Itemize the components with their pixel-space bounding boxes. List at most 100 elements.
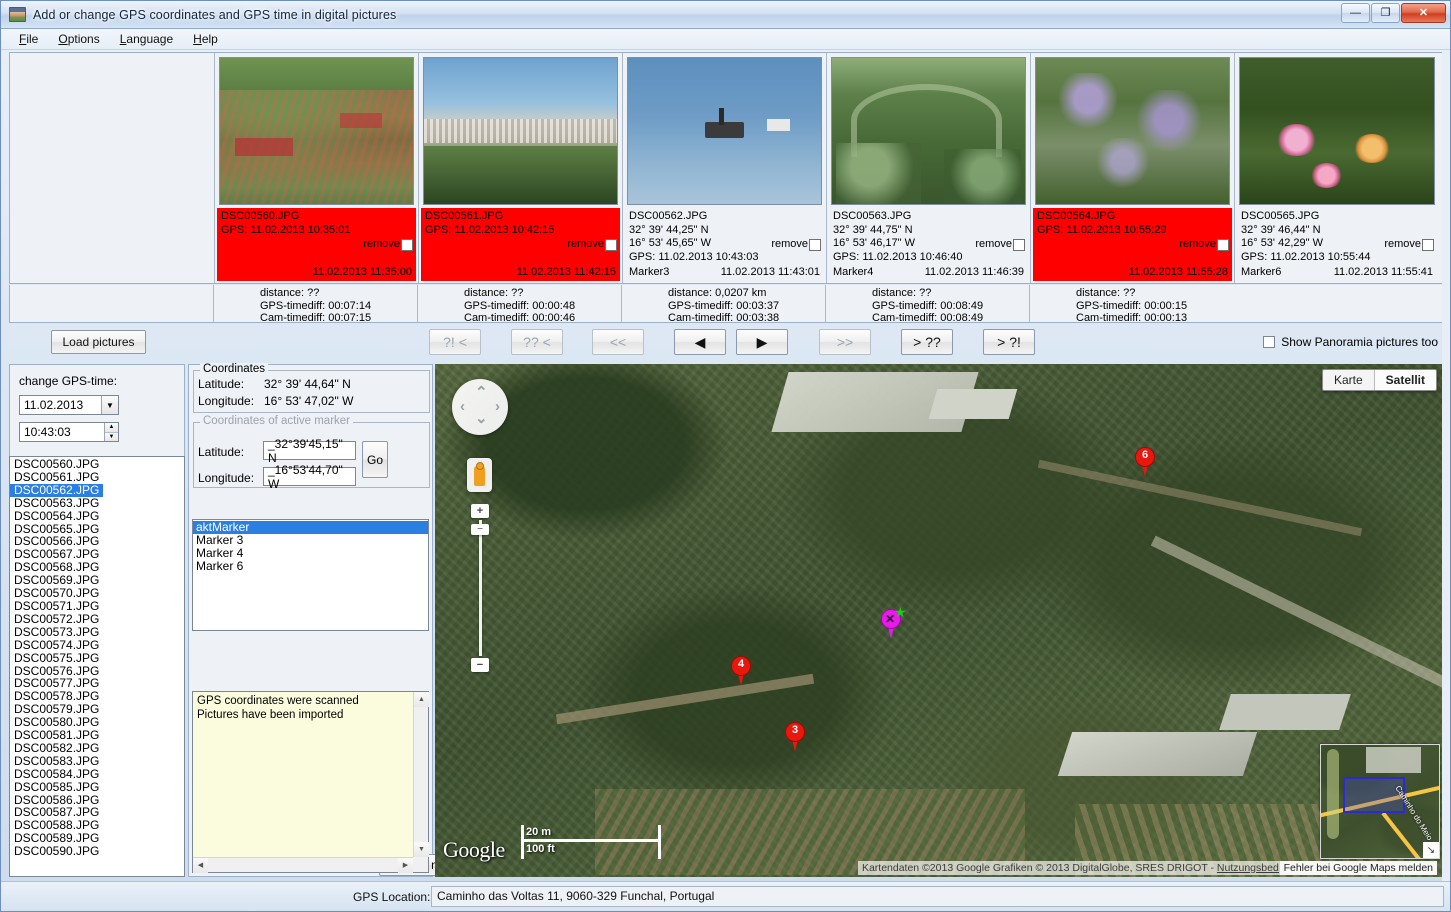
minimap-collapse-icon[interactable]: ↘ [1423,842,1439,858]
thumbnail-cell[interactable]: DSC00562.JPG 32° 39' 44,25" N 16° 53' 45… [623,53,827,283]
thumbnail-image[interactable] [423,57,618,205]
show-panoramio-control[interactable]: Show Panoramia pictures too [1263,335,1438,349]
log-vertical-scrollbar[interactable]: ▲ ▼ [413,692,429,857]
thumbnail-remove-control[interactable]: remove [1384,238,1434,252]
file-list-item[interactable]: DSC00571.JPG [10,600,184,613]
minimap-viewport-rectangle[interactable] [1343,777,1405,813]
map-marker-3[interactable]: 3 [785,722,805,752]
remove-checkbox[interactable] [1217,238,1229,251]
remove-checkbox[interactable] [605,238,617,251]
zoom-slider-track[interactable] [479,520,482,656]
thumbnail-cell[interactable]: DSC00560.JPG GPS: 11.02.2013 10:35:01 re… [215,53,419,283]
picture-file-list[interactable]: DSC00560.JPG DSC00561.JPG DSC00562.JPG DSC0… [9,456,185,877]
gps-date-combobox[interactable]: 11.02.2013 ▼ [19,395,119,415]
pan-control[interactable]: ⌃ ‹ › ⌄ [452,379,508,435]
log-horizontal-scrollbar[interactable]: ◀ ▶ [193,857,413,873]
map-type-satellite-button[interactable]: Satellit [1374,370,1436,390]
pan-down-icon[interactable]: ⌄ [475,411,488,426]
file-list-item[interactable]: DSC00563.JPG [10,496,184,510]
scroll-left-icon[interactable]: ◀ [193,857,208,873]
thumbnail-remove-control[interactable]: remove [1179,238,1229,252]
nav-back-button[interactable]: ◀ [674,329,726,355]
thumbnail-cell[interactable]: DSC00565.JPG 32° 39' 46,44" N 16° 53' 42… [1235,53,1439,283]
pan-up-icon[interactable]: ⌃ [475,385,488,400]
gps-time-spinner[interactable]: 10:43:03 ▲ ▼ [19,422,119,442]
marker-list[interactable]: aktMarker Marker 3 Marker 4 Marker 6 [192,519,429,631]
zoom-in-button[interactable]: + [471,504,489,518]
thumbnail-image[interactable] [627,57,822,205]
file-list-item[interactable]: DSC00562.JPG [10,483,103,497]
chevron-down-icon[interactable]: ▼ [101,396,118,414]
scroll-right-icon[interactable]: ▶ [398,857,413,873]
go-to-marker-button[interactable]: Go [362,441,388,478]
map-marker-4[interactable]: 4 [731,656,751,686]
scroll-up-icon[interactable]: ▲ [414,692,429,707]
street-view-pegman-icon[interactable] [467,458,492,492]
scroll-down-icon[interactable]: ▼ [414,842,429,857]
thumbnail-cell[interactable]: DSC00564.JPG GPS: 11.02.2013 10:55:29 re… [1031,53,1235,283]
map-view[interactable]: Karte Satellit ⌃ ‹ › ⌄ + − − 6 ★ ✕ 4 3 G… [435,364,1444,877]
zoom-slider-thumb[interactable]: − [471,524,489,535]
load-pictures-button[interactable]: Load pictures [51,330,146,354]
nav-next-untimed-button[interactable]: > ?! [983,329,1035,355]
report-map-error-link[interactable]: Fehler bei Google Maps melden [1278,861,1437,875]
file-list-item[interactable]: DSC00584.JPG [10,767,184,781]
show-panoramio-checkbox[interactable] [1263,336,1276,348]
remove-checkbox[interactable] [401,238,413,251]
close-button[interactable]: ✕ [1401,3,1446,23]
file-list-item[interactable]: DSC00582.JPG [10,742,184,755]
file-list-item[interactable]: DSC00573.JPG [10,625,184,639]
nav-last-button[interactable]: >> [819,329,871,355]
zoom-control[interactable]: + − − [471,504,489,672]
file-list-item[interactable]: DSC00561.JPG [10,471,184,484]
menu-options[interactable]: Options [48,30,109,48]
menu-language[interactable]: Language [110,30,183,48]
zoom-out-button[interactable]: − [471,658,489,672]
thumbnail-remove-control[interactable]: remove [363,238,413,252]
file-list-item[interactable]: DSC00572.JPG [10,612,184,626]
file-list-item[interactable]: DSC00574.JPG [10,638,184,652]
file-list-item[interactable]: DSC00575.JPG [10,651,184,665]
pegman-head [475,462,484,470]
file-list-item[interactable]: DSC00590.JPG [10,845,184,858]
window-vertical-scrollbar[interactable] [1442,52,1450,881]
maximize-button[interactable]: ❐ [1371,3,1400,23]
remove-checkbox[interactable] [809,238,821,251]
nav-prev-unknown-button[interactable]: ?? < [511,329,563,355]
nav-first-button[interactable]: << [592,329,644,355]
remove-checkbox[interactable] [1422,238,1434,251]
menu-file[interactable]: File [9,30,48,48]
marker-list-item[interactable]: Marker 6 [193,560,428,573]
remove-checkbox[interactable] [1013,238,1025,251]
menu-help[interactable]: Help [183,30,228,48]
file-list-item[interactable]: DSC00564.JPG [10,509,184,523]
thumbnail-cell[interactable]: DSC00563.JPG 32° 39' 44,75" N 16° 53' 46… [827,53,1031,283]
pan-left-icon[interactable]: ‹ [460,399,465,414]
thumbnail-image[interactable] [219,57,414,205]
thumbnail-bottom-row: Marker4 11.02.2013 11:46:39 [833,266,1024,280]
map-type-switch[interactable]: Karte Satellit [1321,369,1437,391]
mini-map-overview[interactable]: Caminho do Meio ↘ [1320,744,1440,859]
thumbnail-remove-control[interactable]: remove [567,238,617,252]
spinner-icon[interactable]: ▲▼ [104,423,118,441]
active-latitude-input[interactable]: _32°39'45,15" N [263,437,356,465]
nav-forward-button[interactable]: ▶ [736,329,788,355]
thumbnail-cell[interactable]: DSC00561.JPG GPS: 11.02.2013 10:42:15 re… [419,53,623,283]
map-marker-6[interactable]: 6 [1135,447,1155,477]
file-list-item[interactable]: DSC00585.JPG [10,780,184,794]
pan-right-icon[interactable]: › [495,399,500,414]
file-list-item[interactable]: DSC00583.JPG [10,754,184,768]
thumbnail-image[interactable] [1239,57,1435,205]
nav-prev-untimed-button[interactable]: ?! < [429,329,481,355]
thumbnail-image[interactable] [831,57,1026,205]
nav-next-unknown-button[interactable]: > ?? [901,329,953,355]
file-list-item[interactable]: DSC00560.JPG [10,458,184,471]
thumbnail-remove-control[interactable]: remove [975,238,1025,252]
minimize-button[interactable]: — [1341,3,1370,23]
file-list-item[interactable]: DSC00581.JPG [10,729,184,742]
active-longitude-input[interactable]: _16°53'44,70" W [263,463,356,491]
map-marker-active[interactable]: ★ ✕ [881,604,907,639]
map-type-road-button[interactable]: Karte [1322,370,1375,390]
thumbnail-image[interactable] [1035,57,1230,205]
thumbnail-remove-control[interactable]: remove [771,238,821,252]
